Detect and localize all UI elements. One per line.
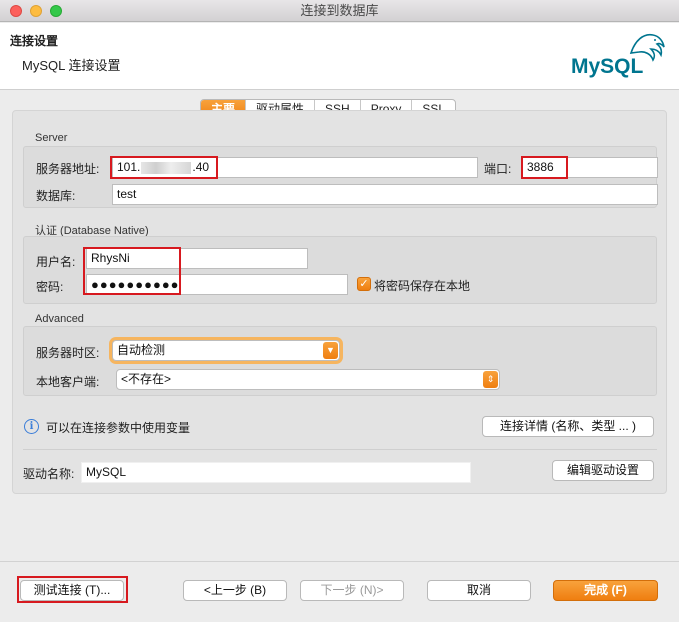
window-titlebar: 连接到数据库 xyxy=(0,0,679,22)
main-settings-panel: Server 服务器地址: 101. .40 端口: 3886 数据库: test… xyxy=(12,110,667,494)
mysql-logo-icon: MySQL xyxy=(571,33,665,78)
window-title: 连接到数据库 xyxy=(300,3,379,18)
advanced-section-label: Advanced xyxy=(35,313,84,325)
chevron-down-icon: ▼ xyxy=(323,342,338,359)
database-label: 数据库: xyxy=(36,189,76,203)
host-value-prefix: 101. xyxy=(117,160,141,174)
next-button[interactable]: 下一步 (N)> xyxy=(300,580,404,601)
host-value-suffix: .40 xyxy=(192,160,210,174)
connection-details-button[interactable]: 连接详情 (名称、类型 ... ) xyxy=(482,416,654,437)
driver-name-field: MySQL xyxy=(81,462,471,483)
info-icon: i xyxy=(24,419,39,434)
dialog-header: 连接设置 MySQL 连接设置 MySQL xyxy=(0,23,679,90)
auth-group: 用户名: RhysNi 密码: ●●●●●●●●●● ✓ 将密码保存在本地 xyxy=(23,236,657,304)
password-input[interactable]: ●●●●●●●●●● xyxy=(86,274,348,295)
local-client-label: 本地客户端: xyxy=(36,375,100,389)
footer-separator xyxy=(0,561,679,562)
header-subtitle: MySQL 连接设置 xyxy=(22,58,121,73)
driver-name-label: 驱动名称: xyxy=(23,467,75,481)
username-label: 用户名: xyxy=(36,255,76,269)
back-button[interactable]: <上一步 (B) xyxy=(183,580,287,601)
maximize-window-button[interactable] xyxy=(50,5,62,17)
advanced-group: 服务器时区: 自动检测 ▼ 本地客户端: <不存在> ⇕ xyxy=(23,326,657,396)
finish-button[interactable]: 完成 (F) xyxy=(553,580,658,601)
local-client-select[interactable]: <不存在> ⇕ xyxy=(116,369,500,390)
edit-driver-settings-button[interactable]: 编辑驱动设置 xyxy=(552,460,654,481)
local-client-value: <不存在> xyxy=(121,372,172,386)
username-input[interactable]: RhysNi xyxy=(86,248,308,269)
minimize-window-button[interactable] xyxy=(30,5,42,17)
header-title: 连接设置 xyxy=(10,34,59,48)
save-password-checkbox[interactable]: ✓ xyxy=(357,277,371,291)
divider xyxy=(23,449,657,450)
port-input[interactable]: 3886 xyxy=(522,157,658,178)
port-label: 端口: xyxy=(484,162,512,176)
host-label: 服务器地址: xyxy=(36,162,100,176)
masked-region xyxy=(141,161,192,174)
timezone-select[interactable]: 自动检测 ▼ xyxy=(112,340,340,361)
timezone-label: 服务器时区: xyxy=(36,346,100,360)
server-section-label: Server xyxy=(35,132,68,144)
database-input[interactable]: test xyxy=(112,184,658,205)
variables-hint: 可以在连接参数中使用变量 xyxy=(46,421,191,435)
updown-arrows-icon: ⇕ xyxy=(483,371,498,388)
close-window-button[interactable] xyxy=(10,5,22,17)
host-input[interactable]: 101. .40 xyxy=(112,157,478,178)
cancel-button[interactable]: 取消 xyxy=(427,580,531,601)
save-password-label: 将密码保存在本地 xyxy=(374,279,471,293)
test-connection-button[interactable]: 测试连接 (T)... xyxy=(20,580,124,601)
mysql-logo-text: MySQL xyxy=(571,55,644,78)
server-group: 服务器地址: 101. .40 端口: 3886 数据库: test xyxy=(23,146,658,208)
password-label: 密码: xyxy=(36,280,64,294)
timezone-value: 自动检测 xyxy=(117,343,166,357)
